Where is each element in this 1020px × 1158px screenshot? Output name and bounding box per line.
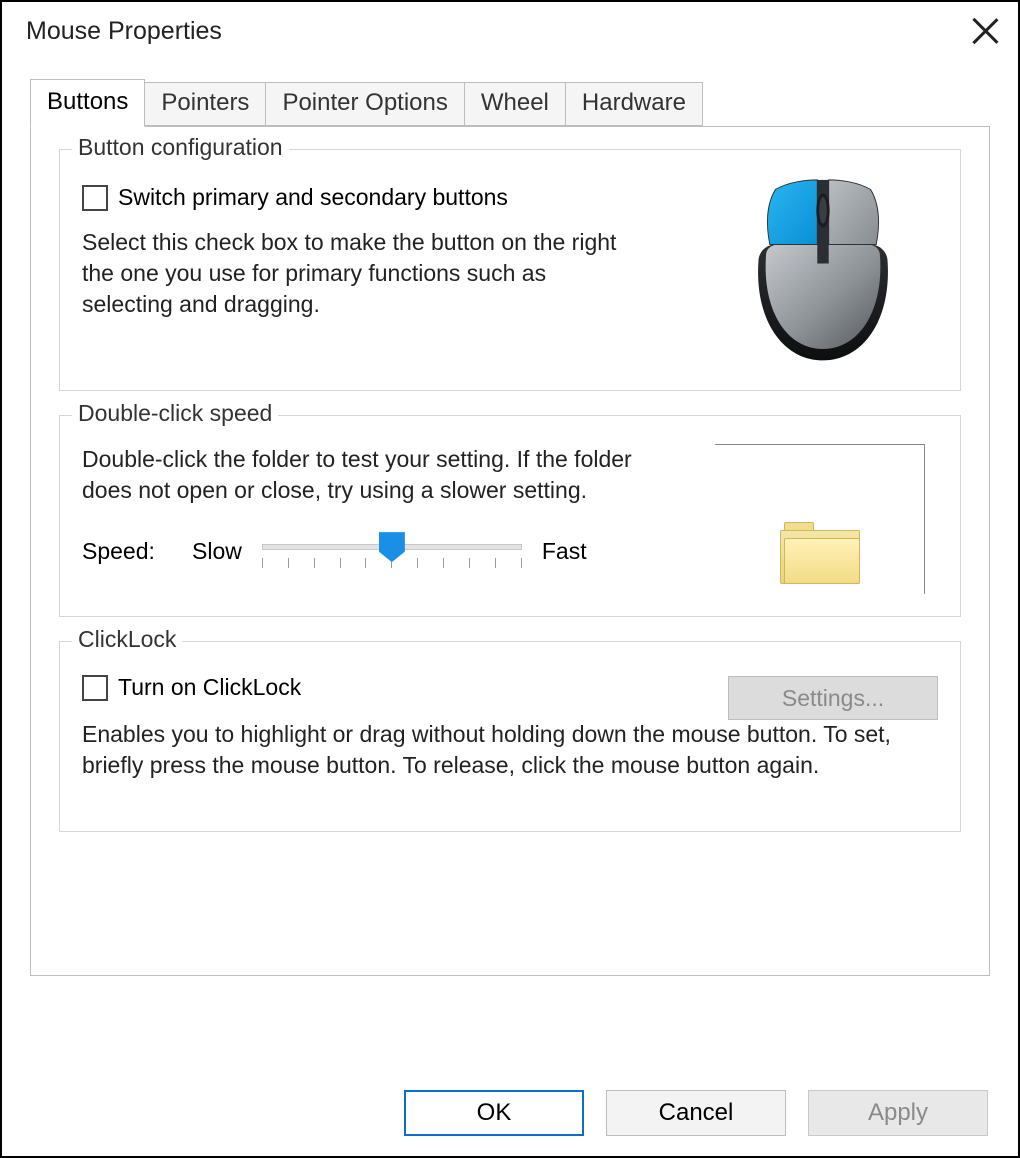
button-config-description: Select this check box to make the button…	[82, 227, 642, 320]
tab-pointer-options[interactable]: Pointer Options	[265, 82, 464, 126]
group-clicklock: ClickLock Settings... Turn on ClickLock …	[59, 641, 961, 832]
group-double-click-speed: Double-click speed Double-click the fold…	[59, 415, 961, 617]
slow-label: Slow	[192, 538, 242, 565]
fast-label: Fast	[542, 538, 587, 565]
group-legend: ClickLock	[72, 626, 182, 653]
clicklock-settings-button: Settings...	[728, 676, 938, 720]
turn-on-clicklock-checkbox[interactable]	[82, 675, 108, 701]
tab-panel-buttons: Button configuration Switch primary and …	[30, 126, 990, 976]
cancel-button[interactable]: Cancel	[606, 1090, 786, 1136]
tab-pointers[interactable]: Pointers	[144, 82, 266, 126]
switch-primary-secondary-checkbox[interactable]	[82, 185, 108, 211]
double-click-description: Double-click the folder to test your set…	[82, 444, 642, 506]
apply-button: Apply	[808, 1090, 988, 1136]
double-click-speed-slider[interactable]	[262, 528, 522, 574]
dialog-footer: OK Cancel Apply	[404, 1090, 988, 1136]
speed-label: Speed:	[82, 538, 172, 565]
folder-icon	[780, 522, 860, 584]
window-title: Mouse Properties	[26, 17, 222, 46]
switch-primary-secondary-label: Switch primary and secondary buttons	[118, 184, 508, 211]
tab-hardware[interactable]: Hardware	[565, 82, 703, 126]
close-icon[interactable]	[970, 16, 1000, 46]
group-button-configuration: Button configuration Switch primary and …	[59, 149, 961, 391]
ok-button[interactable]: OK	[404, 1090, 584, 1136]
tab-wheel[interactable]: Wheel	[464, 82, 566, 126]
turn-on-clicklock-label: Turn on ClickLock	[118, 674, 301, 701]
group-legend: Button configuration	[72, 134, 289, 161]
clicklock-description: Enables you to highlight or drag without…	[82, 719, 938, 781]
mouse-icon	[733, 178, 913, 368]
group-legend: Double-click speed	[72, 400, 278, 427]
titlebar: Mouse Properties	[2, 2, 1018, 56]
tabstrip: Buttons Pointers Pointer Options Wheel H…	[30, 78, 990, 126]
mouse-properties-dialog: Mouse Properties Buttons Pointers Pointe…	[0, 0, 1020, 1158]
double-click-test-folder[interactable]	[715, 444, 925, 594]
tab-buttons[interactable]: Buttons	[30, 79, 145, 127]
